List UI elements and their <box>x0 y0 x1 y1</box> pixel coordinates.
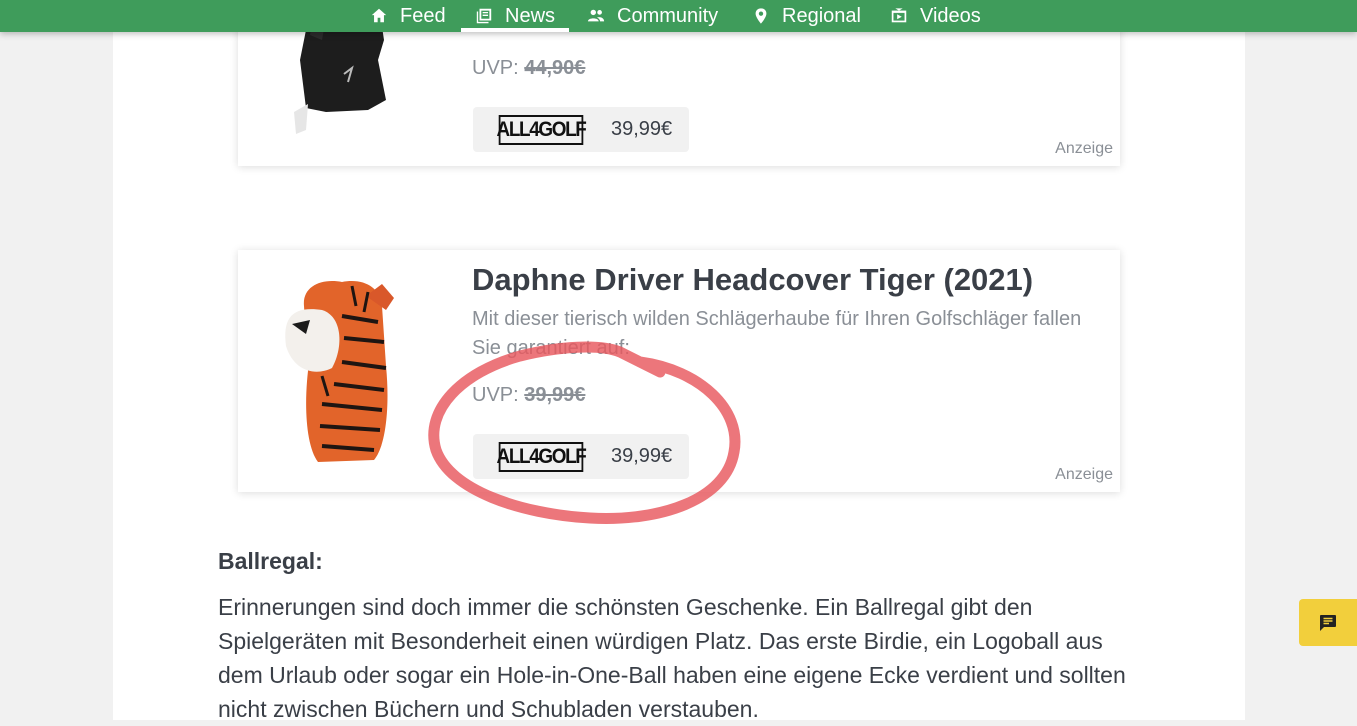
uvp-price: UVP: 39,99€ <box>472 384 586 406</box>
nav-feed[interactable]: Feed <box>370 0 446 32</box>
shop-price: 39,99€ <box>611 445 673 467</box>
feedback-icon <box>1320 614 1336 631</box>
product-card[interactable]: Daphne Driver Headcover Tiger (2021) Mit… <box>238 250 1120 492</box>
ad-label: Anzeige <box>1055 466 1113 483</box>
shop-logo: ALL4GOLF <box>497 114 587 145</box>
uvp-price: UVP: 44,90€ <box>472 57 586 79</box>
product-title[interactable]: Daphne Driver Headcover Tiger (2021) <box>472 262 1033 298</box>
shop-logo: ALL4GOLF <box>497 441 587 472</box>
nav-regional-label: Regional <box>782 4 861 27</box>
shop-offer-button[interactable]: ALL4GOLF 39,99€ <box>473 107 689 152</box>
shop-offer-button[interactable]: ALL4GOLF 39,99€ <box>473 434 689 479</box>
section-heading: Ballregal: <box>218 548 323 574</box>
article-paragraph: Erinnerungen sind doch immer die schönst… <box>218 594 1126 722</box>
nav-videos[interactable]: Videos <box>890 0 981 32</box>
nav-community[interactable]: Community <box>587 0 718 32</box>
video-icon <box>891 8 907 23</box>
nav-videos-label: Videos <box>920 4 981 27</box>
home-icon <box>371 8 387 23</box>
nav-feed-label: Feed <box>400 4 446 27</box>
product-image-tiger-headcover <box>285 281 394 462</box>
nav-news[interactable]: News <box>460 0 570 32</box>
nav-regional[interactable]: Regional <box>752 0 861 32</box>
feedback-button[interactable] <box>1299 599 1357 646</box>
people-icon <box>587 9 605 22</box>
product-description: Mit dieser tierisch wilden Schlägerhaube… <box>472 308 1082 359</box>
shop-price: 39,99€ <box>611 118 673 140</box>
location-pin-icon <box>755 8 767 24</box>
nav-news-label: News <box>505 4 556 27</box>
top-navigation: Feed News Community Regional Videos <box>0 0 1357 32</box>
nav-community-label: Community <box>617 4 719 27</box>
ad-label: Anzeige <box>1055 140 1113 157</box>
news-icon <box>476 8 492 24</box>
